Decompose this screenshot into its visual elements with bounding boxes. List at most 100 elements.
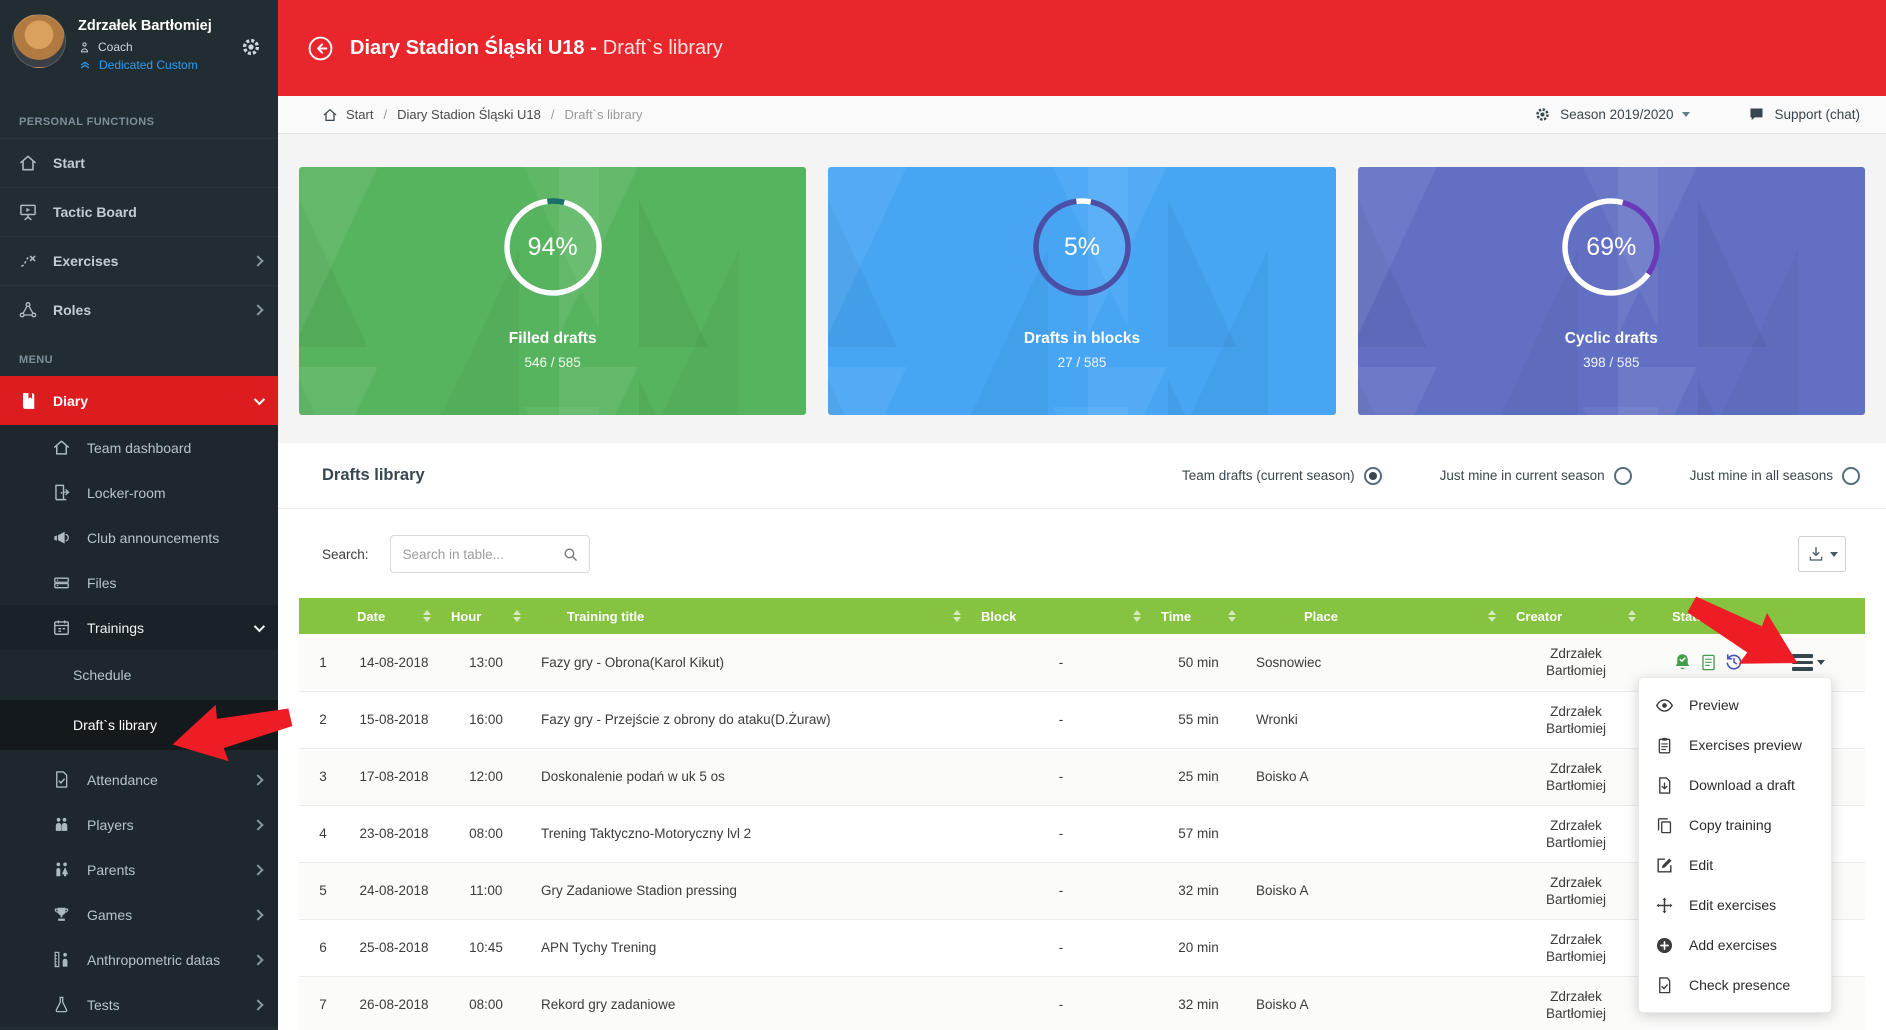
col-block[interactable]: Block: [971, 598, 1151, 634]
radio-selected-icon[interactable]: [1363, 466, 1382, 485]
menu-item-download-draft[interactable]: Download a draft: [1639, 765, 1831, 805]
home-icon[interactable]: [322, 107, 338, 123]
breadcrumb-bar: Start / Diary Stadion Śląski U18 / Draft…: [278, 96, 1886, 134]
menu-item-edit[interactable]: Edit: [1639, 845, 1831, 885]
col-creator[interactable]: Creator: [1506, 598, 1646, 634]
breadcrumb-current: Draft`s library: [564, 107, 643, 122]
card-label: Drafts in blocks: [1023, 330, 1141, 347]
user-panel: Zdrzałek Bartłomiej Coach Dedicated Cust…: [0, 0, 278, 96]
breadcrumb-diary[interactable]: Diary Stadion Śląski U18: [397, 107, 541, 122]
chevron-down-icon: [1817, 659, 1825, 665]
cell-time: 20 min: [1151, 919, 1246, 977]
sidebar-item-trainings[interactable]: Trainings: [0, 605, 278, 650]
sidebar-item-tests[interactable]: Tests: [0, 982, 278, 1027]
card-filled-drafts: 94% Filled drafts 546 / 585: [299, 167, 807, 415]
cell-hour: 08:00: [441, 976, 531, 1030]
cell-date: 24-08-2018: [347, 862, 441, 920]
section-personal-functions: PERSONAL FUNCTIONS: [19, 116, 155, 128]
sidebar-item-roles[interactable]: Roles: [0, 285, 278, 334]
search-box: [389, 535, 590, 573]
menu-item-copy-training[interactable]: Copy training: [1639, 805, 1831, 845]
players-icon: [55, 817, 68, 831]
sort-icon: [1620, 610, 1636, 622]
table-row: 7 26-08-2018 08:00 Rekord gry zadaniowe -32 …: [299, 976, 1865, 1030]
cell-hour: 12:00: [441, 748, 531, 806]
menu-item-check-presence[interactable]: Check presence: [1639, 965, 1831, 1005]
back-icon[interactable]: [307, 35, 334, 62]
filter-radios: Team drafts (current season) Just mine i…: [1182, 466, 1860, 485]
cell-hour: 13:00: [441, 634, 531, 692]
gear-icon: [1536, 108, 1549, 121]
progress-ring: 5%: [1030, 195, 1134, 299]
app-header: Diary Stadion Śląski U18 - Draft`s librar…: [278, 0, 1886, 96]
sidebar-item-attendance[interactable]: Attendance: [0, 757, 278, 802]
export-download-icon: [1809, 546, 1822, 561]
sidebar: Zdrzałek Bartłomiej Coach Dedicated Cust…: [0, 0, 278, 1030]
avatar[interactable]: [12, 14, 66, 68]
search-input[interactable]: [402, 546, 562, 562]
col-time[interactable]: Time: [1151, 598, 1246, 634]
eye-icon: [1656, 698, 1673, 712]
table-row: 5 24-08-2018 11:00 Gry Zadaniowe Stadion pr…: [299, 862, 1865, 920]
sidebar-item-games[interactable]: Games: [0, 892, 278, 937]
settings-gear-icon[interactable]: [240, 36, 262, 58]
cell-block: -: [971, 919, 1151, 977]
support-chat-link[interactable]: Support (chat): [1748, 106, 1860, 123]
filter-team-drafts[interactable]: Team drafts (current season): [1182, 466, 1382, 485]
cell-place: Sosnowiec: [1246, 634, 1506, 692]
cell-date: 26-08-2018: [347, 976, 441, 1030]
col-hour[interactable]: Hour: [441, 598, 531, 634]
sidebar-item-anthropometric-datas[interactable]: Anthropometric datas: [0, 937, 278, 982]
double-chevron-icon: [80, 61, 90, 69]
row-number: 7: [299, 976, 347, 1030]
col-training-title[interactable]: Training title: [531, 598, 971, 634]
cell-block: -: [971, 976, 1151, 1030]
progress-ring: 94%: [501, 195, 605, 299]
clipboard-icon: [1658, 736, 1671, 753]
table-row: 6 25-08-2018 10:45 APN Tychy Trening -20 min…: [299, 919, 1865, 977]
row-number: 5: [299, 862, 347, 920]
col-place[interactable]: Place: [1246, 598, 1506, 634]
menu-item-add-exercises[interactable]: Add exercises: [1639, 925, 1831, 965]
user-plan-link[interactable]: Dedicated Custom: [78, 58, 212, 72]
cell-hour: 08:00: [441, 805, 531, 863]
season-selector[interactable]: Season 2019/2020: [1534, 106, 1691, 123]
user-role: Coach: [98, 40, 133, 54]
sidebar-item-start[interactable]: Start: [0, 138, 278, 187]
chevron-down-icon: [1682, 112, 1691, 117]
sidebar-item-club-announcements[interactable]: Club announcements: [0, 515, 278, 560]
menu-item-exercises-preview[interactable]: Exercises preview: [1639, 725, 1831, 765]
export-button[interactable]: [1798, 536, 1846, 572]
sidebar-item-tactic-board[interactable]: Tactic Board: [0, 187, 278, 236]
table-row: 2 15-08-2018 16:00 Fazy gry - Przejście z o…: [299, 691, 1865, 749]
cell-date: 15-08-2018: [347, 691, 441, 749]
sidebar-item-exercises[interactable]: Exercises: [0, 236, 278, 285]
sidebar-item-schedule[interactable]: Schedule: [0, 650, 278, 700]
cell-time: 55 min: [1151, 691, 1246, 749]
cell-place: Boisko A: [1246, 748, 1506, 806]
sidebar-item-files[interactable]: Files: [0, 560, 278, 605]
sidebar-item-parents[interactable]: Parents: [0, 847, 278, 892]
percent-value: 69%: [1586, 232, 1637, 261]
plus-circle-icon: [1656, 936, 1673, 954]
col-date[interactable]: Date: [347, 598, 441, 634]
sidebar-item-diary[interactable]: Diary: [0, 376, 278, 425]
menu-item-edit-exercises[interactable]: Edit exercises: [1639, 885, 1831, 925]
cell-place: [1246, 919, 1506, 977]
menu-item-preview[interactable]: Preview: [1639, 685, 1831, 725]
cell-hour: 16:00: [441, 691, 531, 749]
megaphone-icon: [53, 531, 69, 545]
filter-mine-current-season[interactable]: Just mine in current season: [1440, 466, 1632, 485]
card-drafts-in-blocks: 5% Drafts in blocks 27 / 585: [828, 167, 1336, 415]
radio-icon[interactable]: [1613, 466, 1632, 485]
breadcrumb-start[interactable]: Start: [346, 107, 373, 122]
table-row: 4 23-08-2018 08:00 Trening Taktyczno-Motory…: [299, 805, 1865, 863]
filter-mine-all-seasons[interactable]: Just mine in all seasons: [1690, 466, 1860, 485]
bell-check-icon: [1675, 653, 1690, 670]
sidebar-item-players[interactable]: Players: [0, 802, 278, 847]
sidebar-item-team-dashboard[interactable]: Team dashboard: [0, 425, 278, 470]
cell-training-title: Trening Taktyczno-Motoryczny lvl 2: [531, 805, 971, 863]
radio-icon[interactable]: [1842, 466, 1860, 485]
sort-icon: [505, 610, 521, 622]
sidebar-item-locker-room[interactable]: Locker-room: [0, 470, 278, 515]
